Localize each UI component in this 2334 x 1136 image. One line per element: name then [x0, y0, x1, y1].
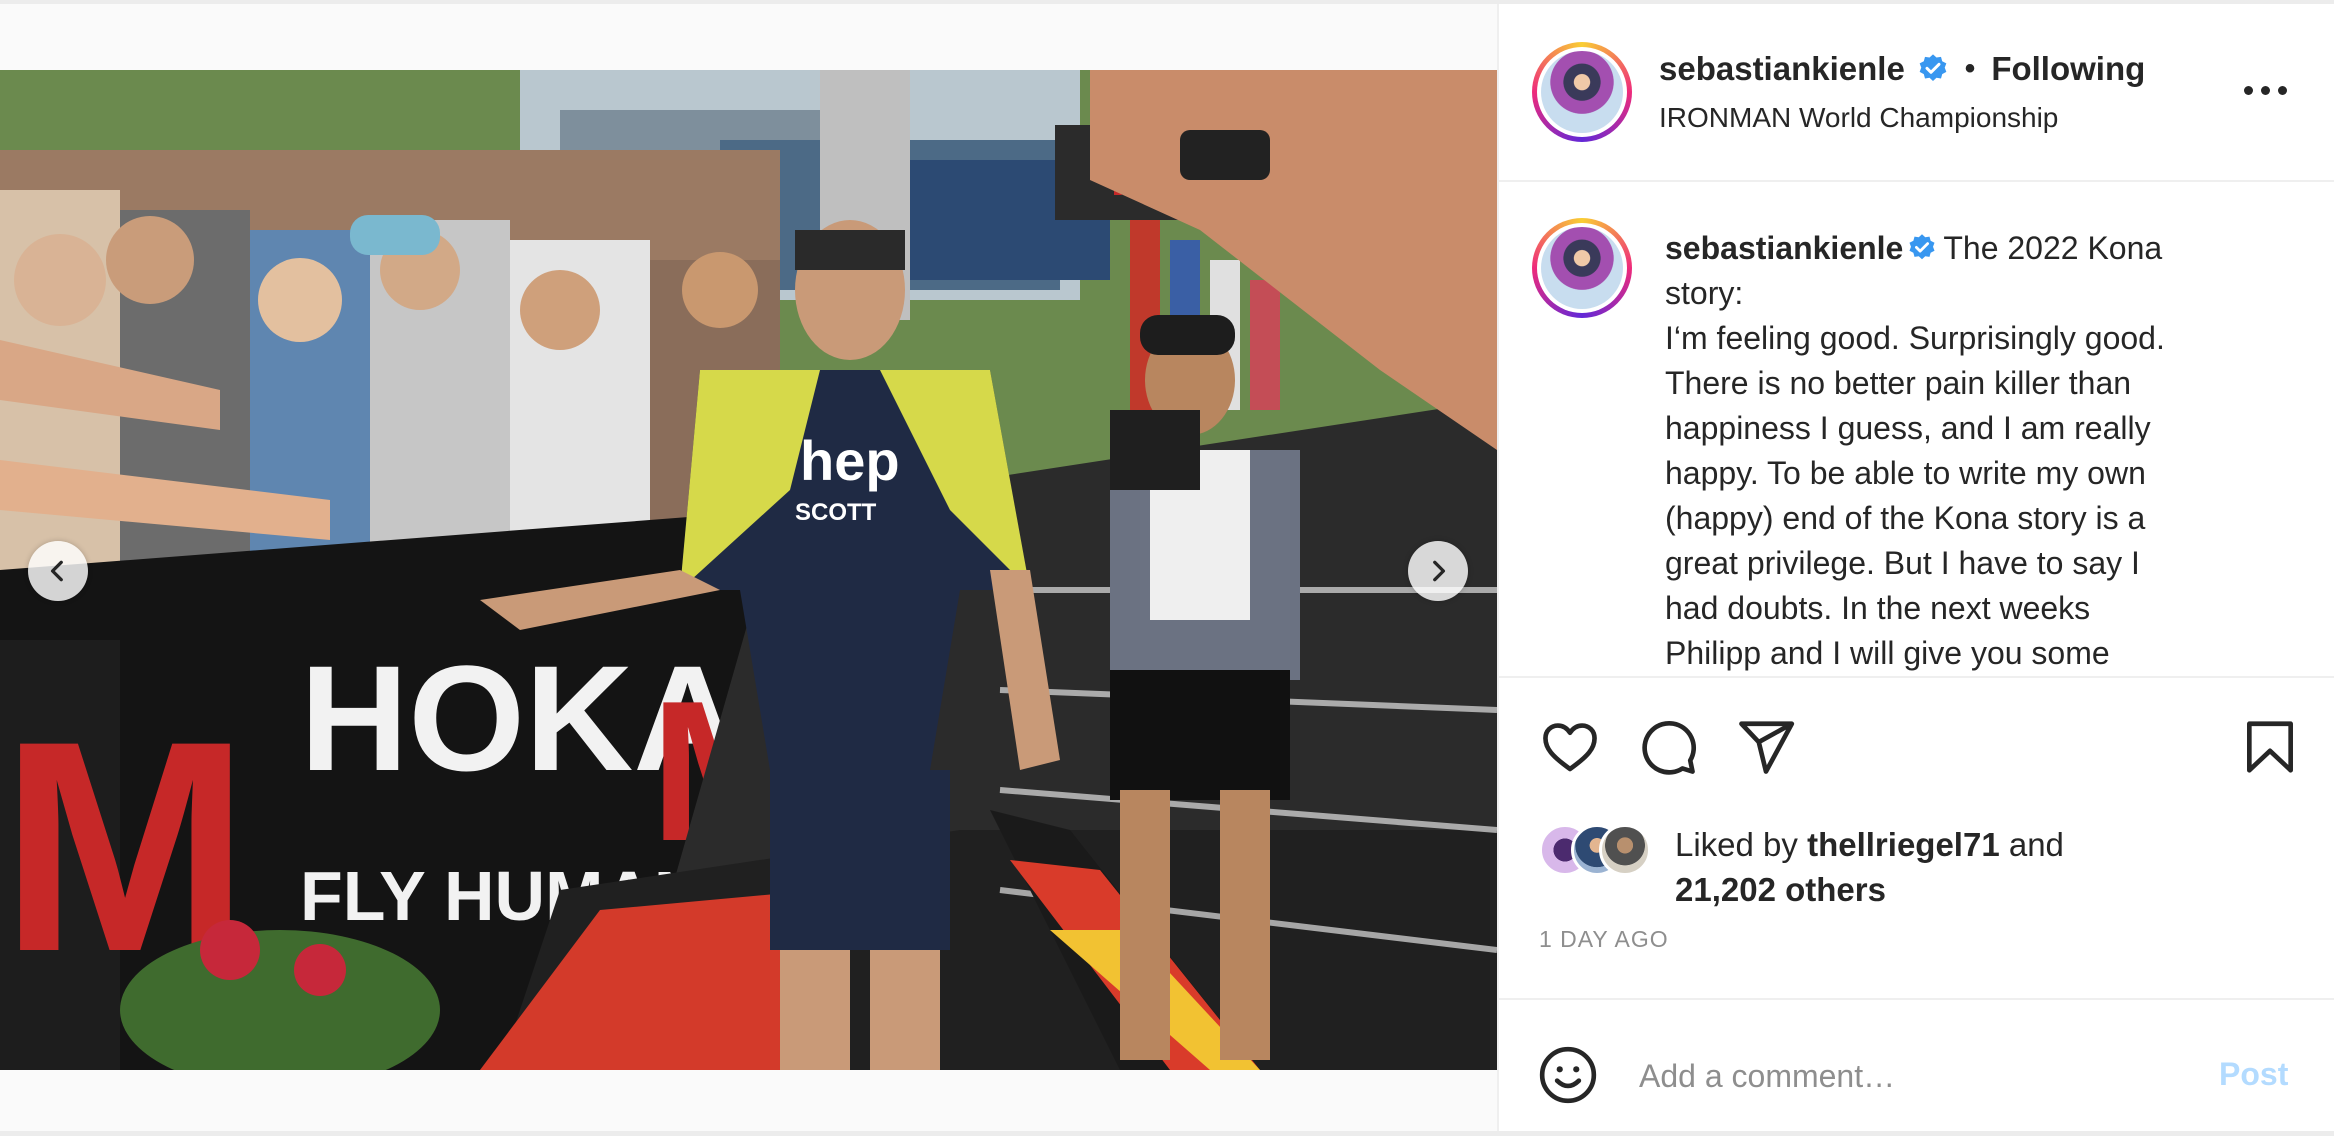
caption-line: I‘m feeling good. Surprisingly good.	[1665, 320, 2165, 356]
media-area: M HOKA FLY hep SCOTT	[0, 4, 1497, 1131]
caption-line: (happy) end of the Kona story is a	[1665, 500, 2146, 536]
caption-line: story:	[1665, 275, 1744, 311]
share-icon	[1739, 721, 1795, 774]
action-bar	[1499, 680, 2334, 810]
caption-avatar[interactable]	[1532, 218, 1632, 318]
caption-line: had doubts. In the next weeks	[1665, 590, 2091, 626]
caption-line: happiness I guess, and I am really	[1665, 410, 2151, 446]
caption-line: Philipp and I will give you some	[1665, 635, 2110, 671]
more-icon	[2244, 85, 2253, 95]
verified-icon	[1909, 234, 1935, 260]
verified-icon	[1919, 54, 1947, 81]
likes-text: Liked by thellriegel71 and 21,202 others	[1675, 822, 2235, 912]
caption-line: great privilege. But I have to say I	[1665, 545, 2140, 581]
post-modal: M HOKA FLY hep SCOTT sebastiankienle • F…	[0, 0, 2334, 1136]
emoji-button[interactable]	[1537, 1044, 1599, 1106]
chevron-left-icon	[50, 560, 63, 582]
like-button[interactable]	[1539, 716, 1601, 778]
liked-by-and: and	[1999, 826, 2064, 863]
likes-count[interactable]: 21,202 others	[1675, 871, 1886, 908]
previous-slide-button[interactable]	[28, 541, 88, 601]
avatar	[1599, 824, 1651, 876]
post-comment-button[interactable]: Post	[2219, 1056, 2288, 1093]
post-location[interactable]: IRONMAN World Championship	[1659, 102, 2058, 134]
more-options-button[interactable]	[2244, 82, 2294, 98]
post-photo: M HOKA FLY hep SCOTT	[0, 70, 1497, 1070]
jersey-text: hep	[800, 429, 900, 492]
caption-line: happy. To be able to write my own	[1665, 455, 2146, 491]
author-username[interactable]: sebastiankienle	[1659, 50, 1905, 88]
following-button[interactable]: Following	[1991, 50, 2145, 88]
liked-by-user[interactable]: thellriegel71	[1807, 826, 2000, 863]
caption-text: sebastiankienle The 2022 Kona story: I‘m…	[1665, 226, 2285, 676]
post-header: sebastiankienle • Following IRONMAN Worl…	[1499, 4, 2334, 182]
caption-line: There is no better pain killer than	[1665, 365, 2132, 401]
author-avatar[interactable]	[1532, 42, 1632, 142]
save-button[interactable]	[2239, 716, 2301, 778]
comment-input[interactable]	[1639, 1052, 2159, 1100]
post-photo-illustration: M HOKA FLY hep SCOTT	[0, 70, 1497, 1070]
emoji-icon	[1539, 1046, 1597, 1104]
chevron-right-icon	[1433, 560, 1446, 582]
liked-by-prefix: Liked by	[1675, 826, 1808, 863]
likes-section: Liked by thellriegel71 and 21,202 others	[1499, 810, 2334, 920]
liker-avatars[interactable]	[1539, 824, 1651, 878]
heart-icon	[1543, 723, 1597, 772]
post-timestamp[interactable]: 1 DAY AGO	[1539, 926, 1669, 953]
next-slide-button[interactable]	[1408, 541, 1468, 601]
comment-bar: Post	[1499, 998, 2334, 1131]
caption-area: sebastiankienle The 2022 Kona story: I‘m…	[1499, 184, 2334, 678]
caption-username[interactable]: sebastiankienle	[1665, 230, 1903, 266]
caption-first-line: The 2022 Kona	[1943, 230, 2163, 266]
post-side-panel: sebastiankienle • Following IRONMAN Worl…	[1497, 4, 2334, 1131]
header-separator: •	[1964, 52, 1976, 85]
comment-button[interactable]	[1637, 716, 1699, 778]
bookmark-icon	[2247, 721, 2293, 773]
bottom-divider	[0, 1131, 2334, 1136]
comment-icon	[1642, 720, 1697, 775]
share-button[interactable]	[1735, 716, 1797, 778]
author-row: sebastiankienle • Following	[1659, 50, 2145, 88]
jersey-sub: SCOTT	[795, 499, 877, 526]
